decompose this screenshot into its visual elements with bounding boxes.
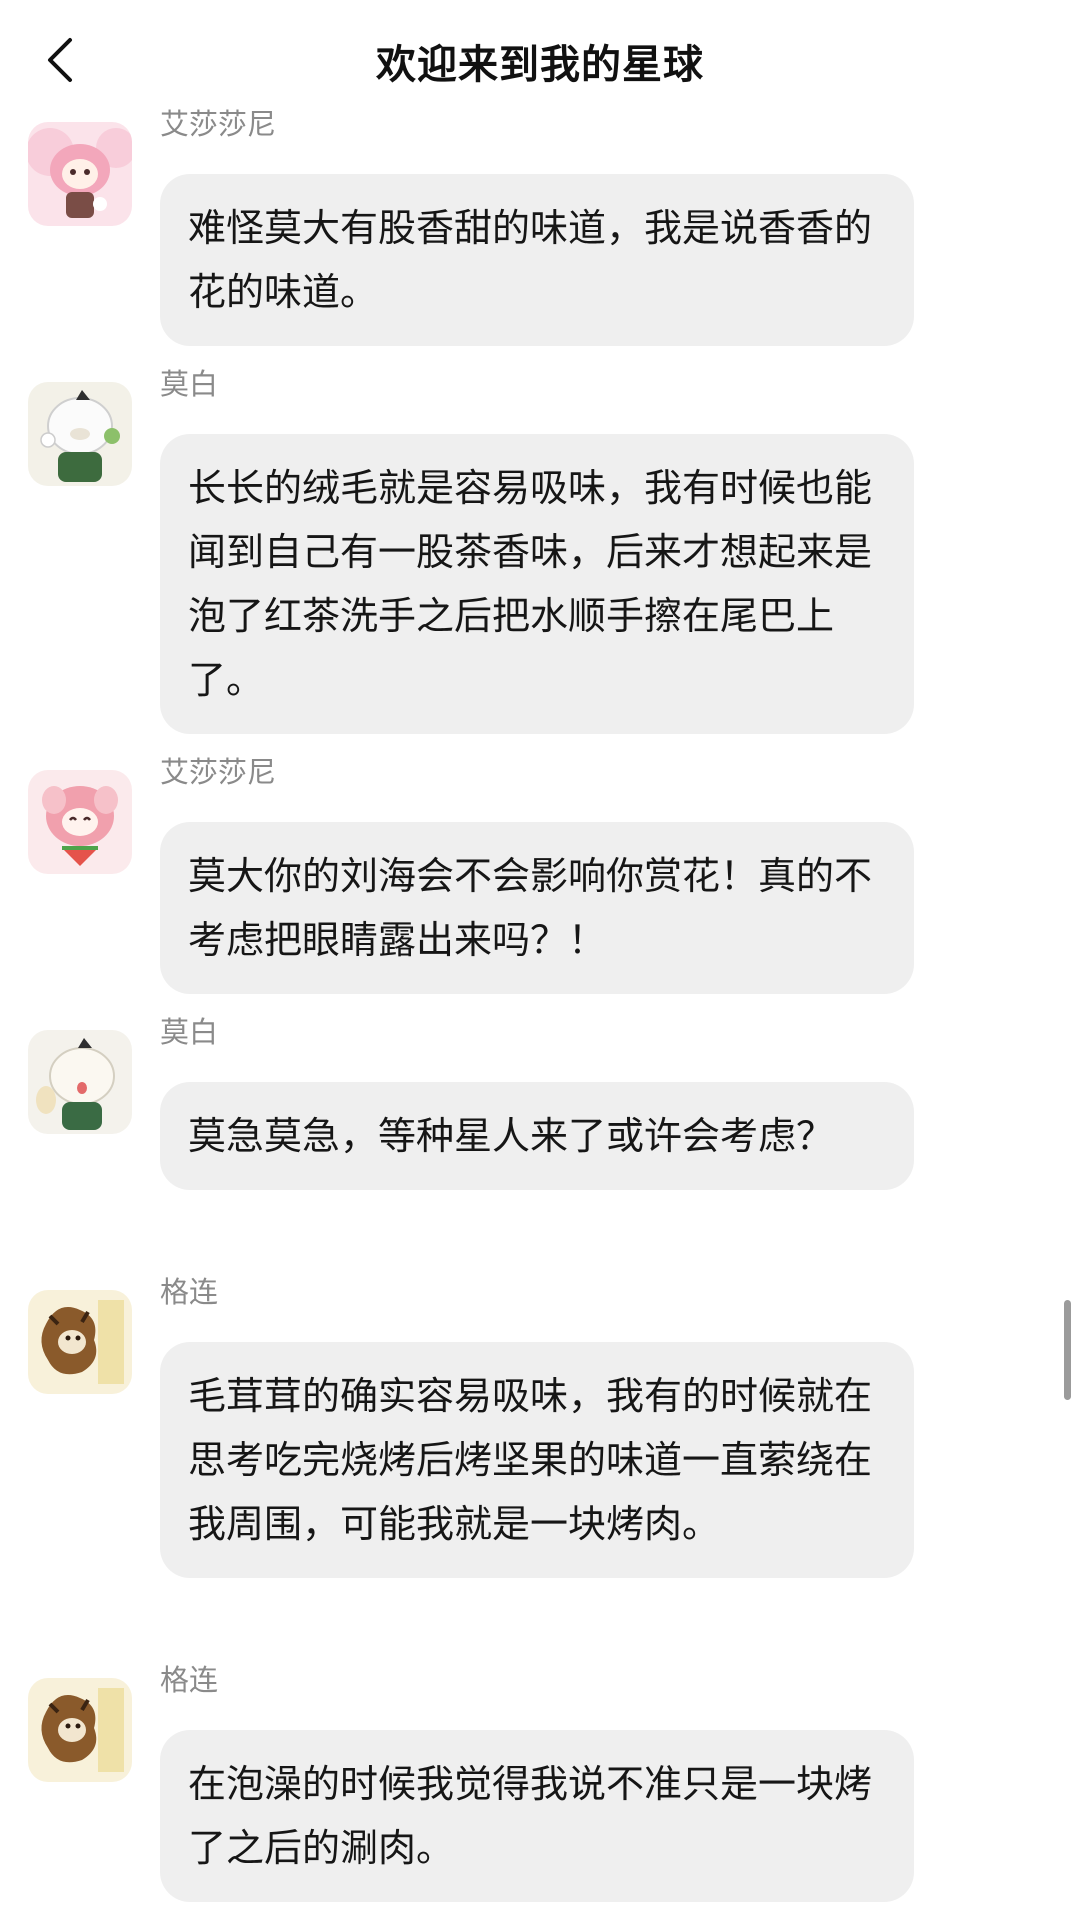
message-bubble[interactable]: 莫大你的刘海会不会影响你赏花！真的不考虑把眼睛露出来吗？！	[160, 822, 914, 994]
sender-name: 格连	[160, 1275, 219, 1309]
message-bubble[interactable]: 长长的绒毛就是容易吸味，我有时候也能闻到自己有一股茶香味，后来才想起来是泡了红茶…	[160, 434, 914, 734]
sender-name: 莫白	[160, 367, 219, 401]
avatar[interactable]	[28, 1290, 132, 1394]
scrollbar[interactable]	[1064, 1300, 1071, 1400]
sender-name: 艾莎莎尼	[160, 755, 277, 789]
avatar[interactable]	[28, 770, 132, 874]
avatar[interactable]	[28, 382, 132, 486]
sender-name: 艾莎莎尼	[160, 107, 277, 141]
avatar[interactable]	[28, 122, 132, 226]
message-bubble[interactable]: 莫急莫急，等种星人来了或许会考虑？	[160, 1082, 914, 1190]
page-title: 欢迎来到我的星球	[376, 42, 704, 88]
top-bar: 欢迎来到我的星球	[0, 0, 1080, 118]
sender-name: 莫白	[160, 1015, 219, 1049]
sender-name: 格连	[160, 1663, 219, 1697]
message-bubble[interactable]: 毛茸茸的确实容易吸味，我有的时候就在思考吃完烧烤后烤坚果的味道一直萦绕在我周围，…	[160, 1342, 914, 1578]
avatar[interactable]	[28, 1030, 132, 1134]
avatar[interactable]	[28, 1678, 132, 1782]
message-bubble[interactable]: 难怪莫大有股香甜的味道，我是说香香的花的味道。	[160, 174, 914, 346]
message-bubble[interactable]: 在泡澡的时候我觉得我说不准只是一块烤了之后的涮肉。	[160, 1730, 914, 1902]
